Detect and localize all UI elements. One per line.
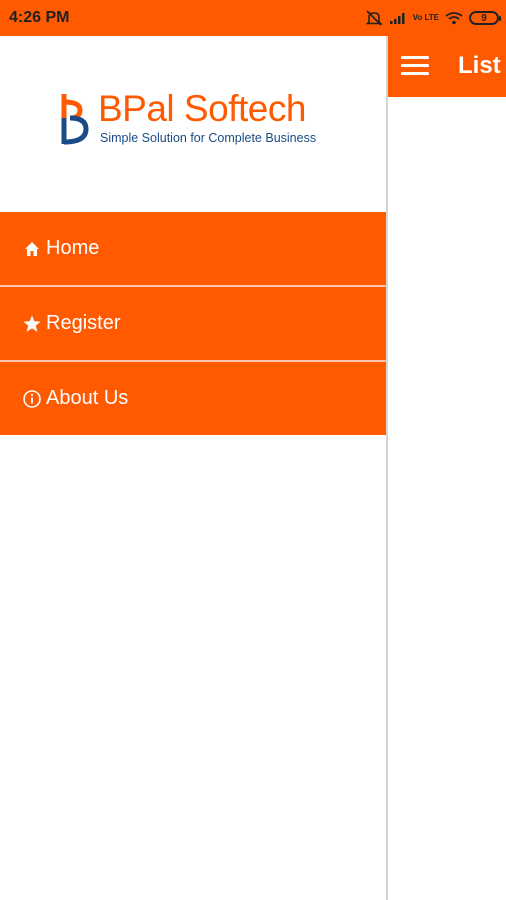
status-time: 4:26 PM bbox=[9, 9, 70, 26]
signal-icon bbox=[389, 11, 407, 25]
star-icon bbox=[22, 314, 42, 334]
menu-item-about[interactable]: About Us bbox=[0, 362, 386, 435]
brand-logo: BPal Softech Simple Solution for Complet… bbox=[60, 88, 340, 152]
menu-item-label: About Us bbox=[46, 387, 129, 409]
status-icons: Vo LTE 9 bbox=[365, 8, 501, 28]
drawer-menu: Home Register About Us bbox=[0, 212, 386, 435]
menu-item-register[interactable]: Register bbox=[0, 287, 386, 362]
menu-item-label: Register bbox=[46, 312, 121, 334]
battery-level: 9 bbox=[481, 12, 487, 24]
status-bar: 4:26 PM Vo LTE 9 bbox=[0, 0, 506, 36]
home-icon bbox=[22, 239, 42, 259]
wifi-icon bbox=[445, 11, 463, 25]
hamburger-icon[interactable] bbox=[401, 54, 429, 78]
brand-tagline: Simple Solution for Complete Business bbox=[100, 131, 317, 145]
brand-name: BPal Softech bbox=[98, 88, 306, 129]
battery-icon: 9 bbox=[469, 11, 501, 25]
drawer-header: BPal Softech Simple Solution for Complet… bbox=[0, 36, 386, 212]
drawer-edge bbox=[386, 36, 388, 900]
logo-mark-icon bbox=[61, 94, 89, 145]
navigation-drawer: BPal Softech Simple Solution for Complet… bbox=[0, 36, 386, 900]
app-toolbar: List bbox=[387, 36, 506, 97]
toolbar-title: List bbox=[458, 52, 501, 79]
mute-icon bbox=[365, 10, 383, 26]
volte-icon: Vo LTE bbox=[412, 13, 439, 22]
screen: 4:26 PM Vo LTE 9 List BPal Softech Simpl… bbox=[0, 0, 506, 900]
menu-item-label: Home bbox=[46, 237, 100, 259]
menu-item-home[interactable]: Home bbox=[0, 212, 386, 287]
info-icon bbox=[22, 389, 42, 409]
